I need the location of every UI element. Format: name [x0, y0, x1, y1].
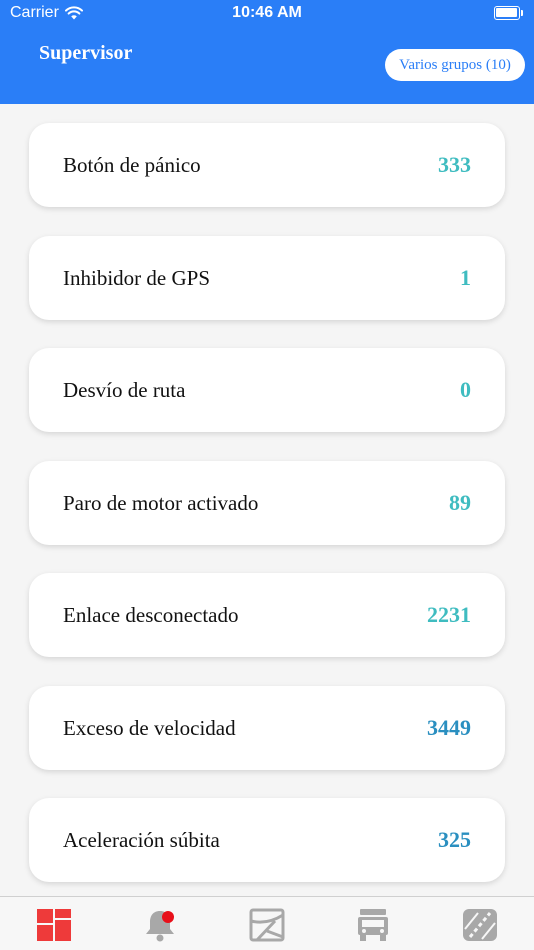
tab-bar [0, 896, 534, 950]
road-icon [463, 909, 497, 941]
alert-card-gps-inhibitor[interactable]: Inhibidor de GPS 1 [29, 235, 505, 320]
alert-count: 1 [460, 264, 471, 290]
alert-card-sudden-acceleration[interactable]: Aceleración súbita 325 [29, 798, 505, 882]
tab-vehicles[interactable] [353, 907, 393, 943]
tab-routes[interactable] [460, 907, 500, 943]
alert-count: 0 [460, 377, 471, 402]
alert-label: Desvío de ruta [63, 378, 186, 402]
group-selector-button[interactable]: Varios grupos (10) [385, 49, 525, 81]
alert-count: 89 [449, 489, 471, 515]
alert-card-panic-button[interactable]: Botón de pánico 333 [29, 123, 505, 207]
alert-label: Botón de pánico [63, 153, 201, 177]
alert-label: Paro de motor activado [63, 490, 259, 515]
alert-count: 325 [438, 827, 471, 852]
alert-label: Enlace desconectado [63, 603, 239, 627]
alert-list: Botón de pánico 333 Inhibidor de GPS 1 D… [29, 123, 505, 911]
page-title: Supervisor [39, 42, 133, 64]
alert-card-route-deviation[interactable]: Desvío de ruta 0 [29, 348, 505, 432]
alert-label: Exceso de velocidad [63, 715, 236, 740]
map-icon [249, 908, 285, 942]
alert-card-speeding[interactable]: Exceso de velocidad 3449 [29, 685, 505, 770]
tab-alerts[interactable] [140, 907, 180, 943]
alert-label: Aceleración súbita [63, 828, 220, 852]
alert-count: 3449 [427, 714, 471, 740]
truck-icon [358, 909, 388, 941]
dashboard-icon [37, 909, 71, 941]
alert-count: 333 [438, 152, 471, 177]
alert-card-engine-stop[interactable]: Paro de motor activado 89 [29, 460, 505, 545]
alert-count: 2231 [427, 602, 471, 627]
battery-icon [494, 6, 524, 20]
alert-card-link-disconnected[interactable]: Enlace desconectado 2231 [29, 573, 505, 657]
tab-dashboard[interactable] [34, 907, 74, 943]
status-bar: Carrier 10:46 AM [0, 0, 534, 28]
alert-label: Inhibidor de GPS [63, 265, 210, 290]
tab-map[interactable] [247, 907, 287, 943]
status-time: 10:46 AM [232, 4, 302, 21]
bell-icon [146, 911, 174, 942]
